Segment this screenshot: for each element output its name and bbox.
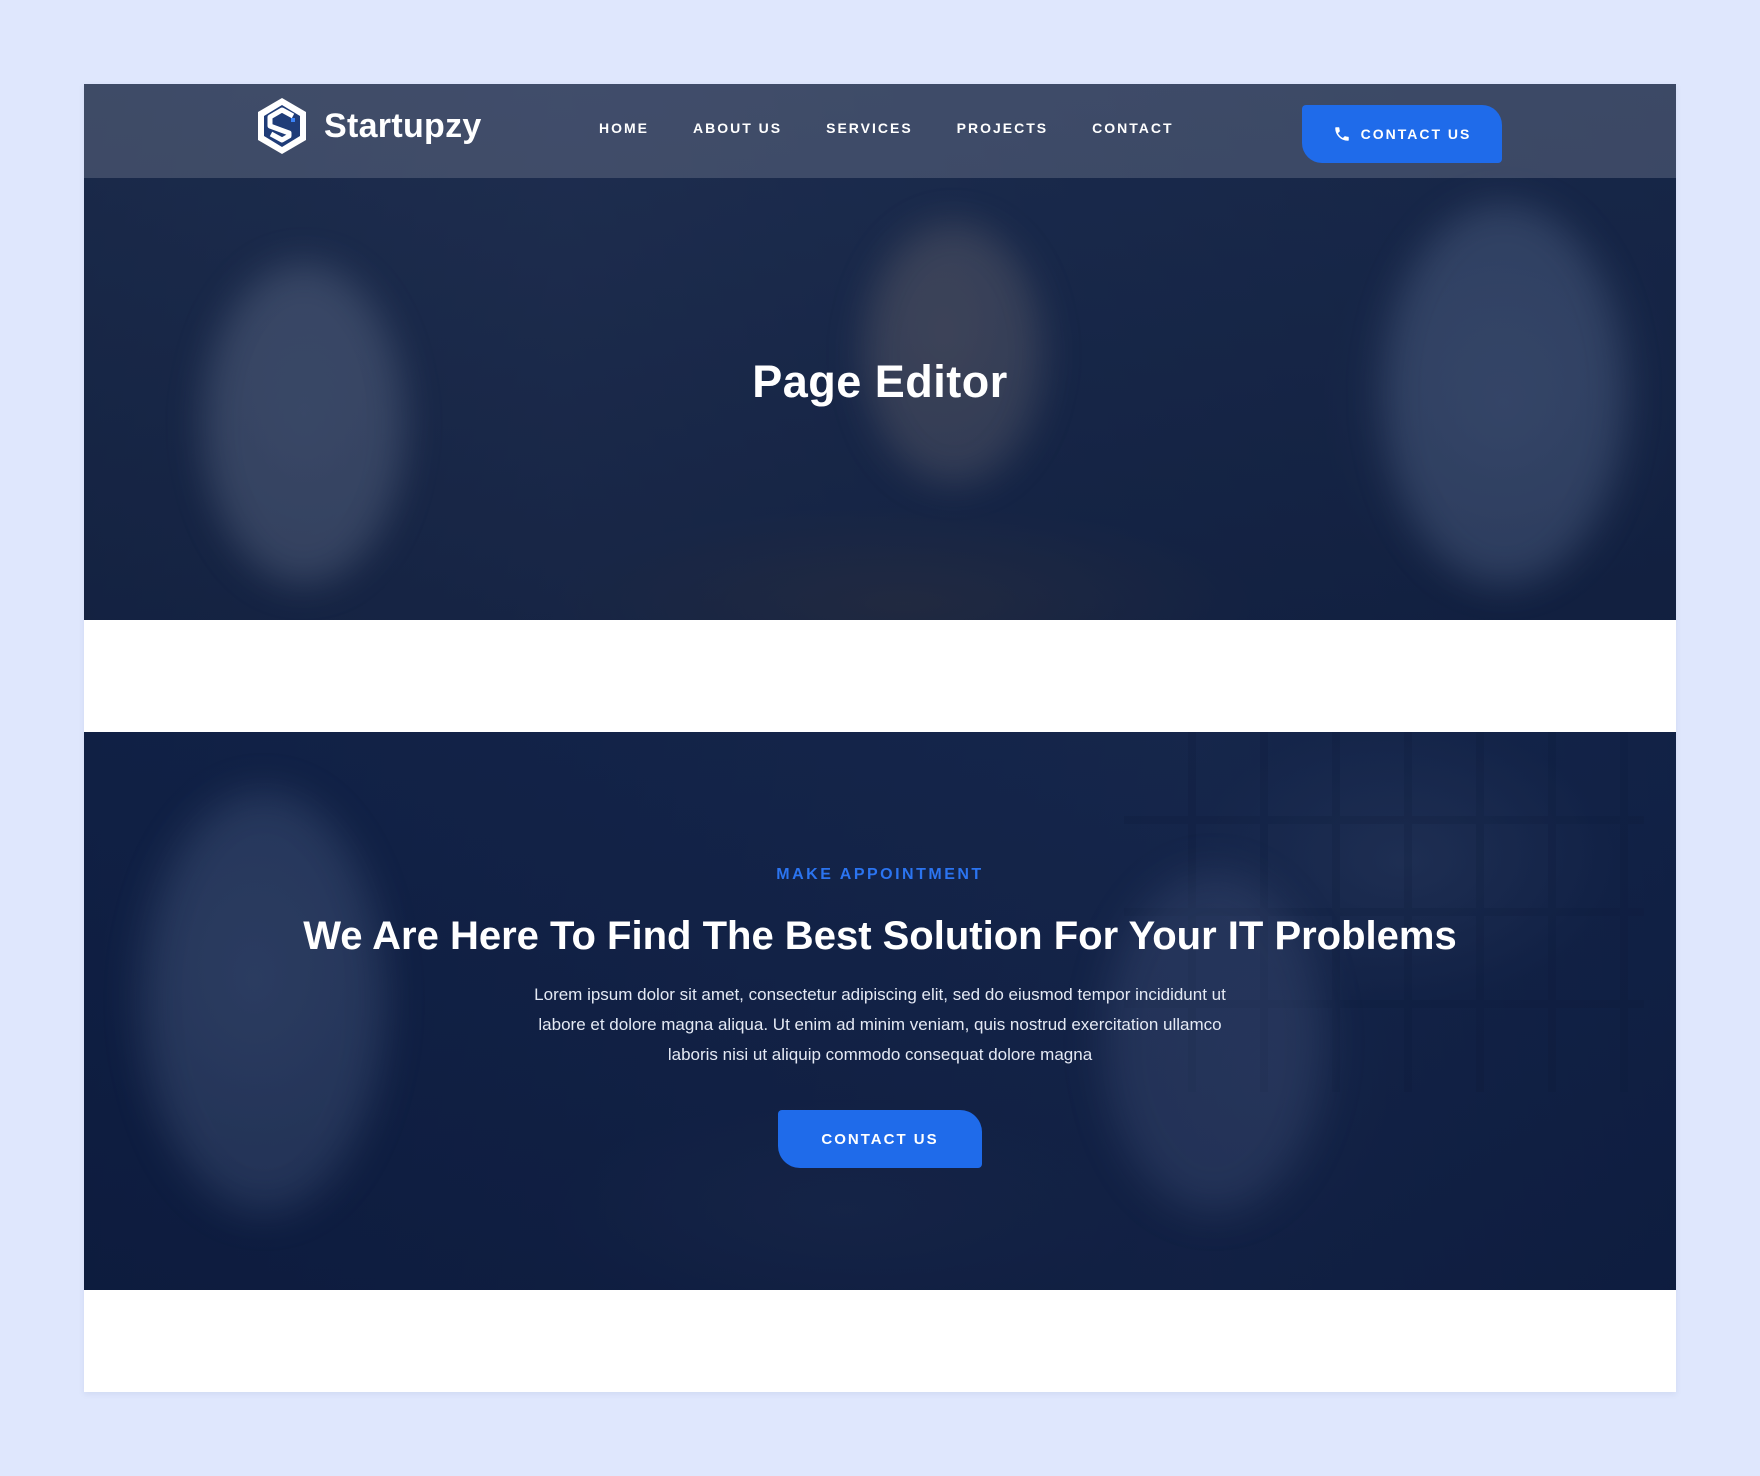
hero-section: Startupzy HOME ABOUT US SERVICES PROJECT… [84, 84, 1676, 620]
nav-item-services[interactable]: SERVICES [826, 120, 913, 136]
brand-name: Startupzy [324, 106, 482, 145]
nav-item-contact[interactable]: CONTACT [1092, 120, 1173, 136]
appointment-section: MAKE APPOINTMENT We Are Here To Find The… [84, 732, 1676, 1290]
section-description: Lorem ipsum dolor sit amet, consectetur … [534, 985, 1226, 1064]
contact-us-button[interactable]: CONTACT US [778, 1110, 982, 1168]
site-header: Startupzy HOME ABOUT US SERVICES PROJECT… [84, 84, 1676, 178]
page-title: Page Editor [752, 356, 1008, 407]
nav-item-projects[interactable]: PROJECTS [957, 120, 1048, 136]
nav-item-home[interactable]: HOME [599, 120, 649, 136]
hero-photo-figure [864, 224, 1044, 484]
section-eyebrow: MAKE APPOINTMENT [776, 866, 984, 883]
section-heading: We Are Here To Find The Best Solution Fo… [303, 914, 1457, 958]
nav-item-about-us[interactable]: ABOUT US [693, 120, 782, 136]
hero-photo-figure [204, 264, 404, 584]
header-contact-button[interactable]: CONTACT US [1302, 105, 1502, 163]
main-nav: HOME ABOUT US SERVICES PROJECTS CONTACT [599, 120, 1218, 136]
header-contact-label: CONTACT US [1360, 126, 1472, 142]
phone-icon [1334, 127, 1349, 141]
brand-logo[interactable]: Startupzy [256, 96, 482, 156]
background-photo-figure [144, 792, 384, 1212]
hexagon-s-logo-icon [258, 98, 306, 154]
page-frame: Startupzy HOME ABOUT US SERVICES PROJECT… [84, 84, 1676, 1392]
